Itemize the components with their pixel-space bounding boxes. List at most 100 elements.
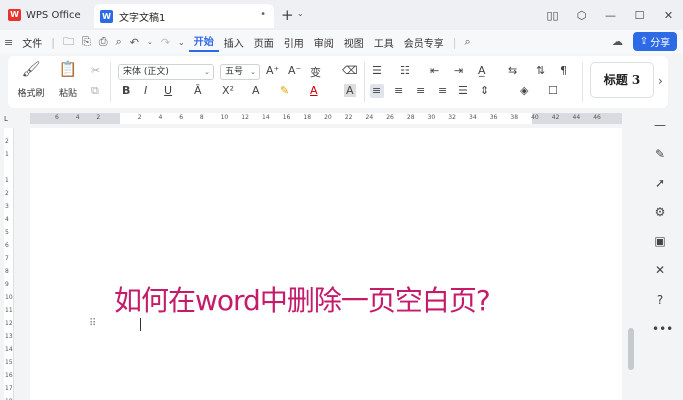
ruler-tick-label: 12 <box>241 114 249 121</box>
style-heading-3[interactable]: 标题 3 <box>590 62 654 98</box>
bullet-list-icon[interactable]: ☰ <box>372 64 382 77</box>
wps-office-tab-label: WPS Office <box>26 9 81 21</box>
highlight-icon[interactable]: ✎ <box>280 84 289 97</box>
window-controls: ▯▯ ⬡ — ☐ ✕ <box>538 0 683 30</box>
wps-office-tab[interactable]: W WPS Office <box>4 5 88 25</box>
edit-icon[interactable]: ✎ <box>652 147 668 161</box>
document-page[interactable] <box>30 128 622 400</box>
vertical-ruler-tick-label: 11 <box>5 307 13 314</box>
shrink-font-icon[interactable]: A⁻ <box>288 64 301 77</box>
columns-icon[interactable]: ▯▯ <box>538 9 567 22</box>
strikethrough-icon[interactable]: Ā <box>194 84 202 97</box>
print-icon[interactable]: ⎙ <box>95 35 112 49</box>
more-dropdown-icon[interactable]: ⌄ <box>174 38 189 47</box>
align-left-icon[interactable]: ≡ <box>372 84 381 97</box>
vertical-ruler-tick-label: 5 <box>5 229 9 236</box>
document-title-text[interactable]: 如何在word中删除一页空白页? <box>114 279 491 319</box>
line-spacing-icon[interactable]: ⇕ <box>480 84 489 97</box>
more-icon[interactable]: ••• <box>652 322 673 336</box>
tab-close-icon[interactable]: • <box>260 9 266 20</box>
italic-button[interactable]: I <box>144 84 147 97</box>
chevron-right-icon[interactable]: › <box>658 74 663 88</box>
image-icon[interactable]: ▣ <box>652 234 668 248</box>
tools-icon[interactable]: ✕ <box>652 263 668 277</box>
tab-member[interactable]: 会员专享 <box>399 35 449 50</box>
font-name-select[interactable]: 宋体 (正文) ⌄ <box>118 64 214 80</box>
settings-sliders-icon[interactable]: ⚙ <box>652 205 668 219</box>
font-color-icon[interactable]: A <box>310 84 318 97</box>
copy-icon[interactable]: ⧉ <box>91 84 99 98</box>
collapse-icon[interactable]: — <box>652 118 668 132</box>
bold-button[interactable]: B <box>122 84 130 97</box>
clear-format-icon[interactable]: ⌫ <box>342 64 358 77</box>
ruler-tick-label: 36 <box>489 114 498 121</box>
justify-icon[interactable]: ≡ <box>438 84 447 97</box>
new-tab-dropdown-icon[interactable]: ⌄ <box>297 9 304 18</box>
decrease-indent-icon[interactable]: ⇤ <box>430 64 439 77</box>
save-icon[interactable]: 🗀 <box>59 33 78 52</box>
grow-font-icon[interactable]: A⁺ <box>266 64 279 77</box>
document-tab-label: 文字文稿1 <box>119 12 166 24</box>
char-scale-icon[interactable]: A̲ <box>478 64 486 77</box>
phonetic-guide-icon[interactable]: 变 <box>310 64 321 80</box>
share-button[interactable]: ⇪ 分享 <box>633 32 677 51</box>
ruler-tick-label: 2 <box>96 114 101 121</box>
text-effects-icon[interactable]: A <box>252 84 260 97</box>
wps-logo-icon: W <box>8 9 21 21</box>
align-right-icon[interactable]: ≡ <box>416 84 425 97</box>
undo-icon[interactable]: ↶ <box>126 36 143 49</box>
menu-file[interactable]: 文件 <box>17 35 47 50</box>
tab-stop-selector[interactable]: L <box>4 115 8 123</box>
menu-bar: ≡ 文件 | 🗀 ⎘ ⎙ ⌕ ↶ ⌄ ↷ ⌄ 开始 插入 页面 引用 审阅 视图… <box>0 30 683 54</box>
search-icon[interactable]: ⌕ <box>460 35 474 49</box>
cube-icon[interactable]: ⬡ <box>567 9 596 22</box>
font-name-value: 宋体 (正文) <box>123 67 169 77</box>
tab-insert[interactable]: 插入 <box>219 35 249 50</box>
ruler-tick-label: 24 <box>365 114 374 121</box>
tab-review[interactable]: 审阅 <box>309 35 339 50</box>
minimize-icon[interactable]: — <box>596 9 625 22</box>
tab-references[interactable]: 引用 <box>279 35 309 50</box>
tab-home[interactable]: 开始 <box>188 33 219 52</box>
vertical-scrollbar[interactable] <box>628 328 634 370</box>
vertical-ruler-tick-label: 7 <box>5 255 9 262</box>
redo-icon[interactable]: ↷ <box>157 36 174 49</box>
paragraph-shading-icon[interactable]: ◈ <box>520 84 528 97</box>
char-shading-icon[interactable]: A <box>344 84 356 97</box>
ruler-tick-label: 42 <box>551 114 560 121</box>
ruler-tick-label: 8 <box>199 114 204 121</box>
distributed-icon[interactable]: ☰ <box>458 84 468 97</box>
superscript-icon[interactable]: X² <box>222 84 234 97</box>
underline-button[interactable]: U <box>164 84 172 97</box>
select-cursor-icon[interactable]: ➚ <box>652 176 668 190</box>
text-direction-icon[interactable]: ⇆ <box>508 64 517 77</box>
tab-page[interactable]: 页面 <box>249 35 279 50</box>
paste-button[interactable]: 📋 粘贴 <box>53 60 83 99</box>
hamburger-icon[interactable]: ≡ <box>0 36 17 49</box>
new-tab-button[interactable]: + <box>281 6 294 24</box>
show-marks-icon[interactable]: ¶ <box>560 64 567 77</box>
increase-indent-icon[interactable]: ⇥ <box>454 64 463 77</box>
sort-icon[interactable]: ⇅ <box>536 64 545 77</box>
borders-icon[interactable]: ☐ <box>548 84 558 97</box>
document-tab[interactable]: W 文字文稿1 • <box>94 4 274 28</box>
format-painter-button[interactable]: 🖌 格式刷 <box>16 60 46 99</box>
tab-view[interactable]: 视图 <box>339 35 369 50</box>
font-size-select[interactable]: 五号 ⌄ <box>220 64 260 80</box>
numbered-list-icon[interactable]: ☷ <box>400 64 410 77</box>
vertical-ruler-tick-label: 12 <box>5 320 13 327</box>
tab-tools[interactable]: 工具 <box>369 35 399 50</box>
cloud-sync-icon[interactable]: ☁ <box>612 35 623 48</box>
drag-handle-icon[interactable]: ⠿ <box>89 318 96 329</box>
ruler-tick-label: 10 <box>220 114 229 121</box>
ribbon-toolbar: 🖌 格式刷 📋 粘贴 ✂ ⧉ 宋体 (正文) ⌄ 五号 ⌄ A⁺ A⁻ 变 ⌫ … <box>8 56 668 108</box>
undo-dropdown-icon[interactable]: ⌄ <box>143 38 157 46</box>
help-icon[interactable]: ? <box>652 293 668 307</box>
font-size-value: 五号 <box>225 67 244 77</box>
restore-icon[interactable]: ☐ <box>625 9 654 22</box>
cut-icon[interactable]: ✂ <box>91 64 100 77</box>
export-pdf-icon[interactable]: ⎘ <box>78 35 95 49</box>
print-preview-icon[interactable]: ⌕ <box>112 35 126 49</box>
align-center-icon[interactable]: ≡ <box>394 84 403 97</box>
close-icon[interactable]: ✕ <box>654 9 683 22</box>
